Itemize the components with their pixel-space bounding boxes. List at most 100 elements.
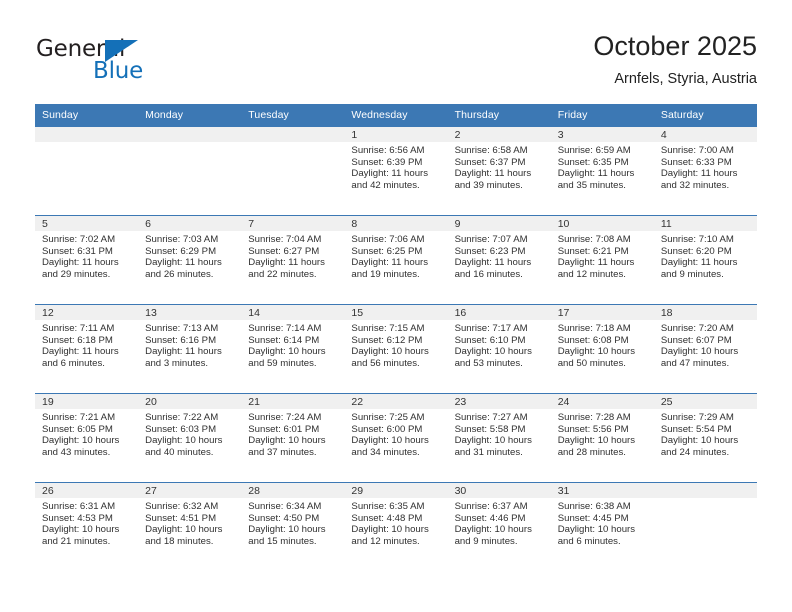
calendar-day-cell-empty bbox=[35, 126, 139, 216]
calendar-day-cell[interactable]: 15 Sunrise: 7:15 AM Sunset: 6:12 PM Dayligh… bbox=[344, 304, 448, 394]
day-details: Sunrise: 7:02 AM Sunset: 6:31 PM Daylight:… bbox=[35, 231, 138, 280]
day-number: 4 bbox=[653, 127, 757, 142]
daylight-text-line2: and 3 minutes. bbox=[145, 357, 209, 369]
calendar-week-row: 19 Sunrise: 7:21 AM Sunset: 6:05 PM Dayligh… bbox=[35, 393, 757, 483]
day-details: Sunrise: 7:13 AM Sunset: 6:16 PM Daylight:… bbox=[138, 320, 241, 369]
calendar-day-cell[interactable]: 12 Sunrise: 7:11 AM Sunset: 6:18 PM Dayligh… bbox=[35, 304, 139, 394]
calendar-day-cell[interactable]: 26 Sunrise: 6:31 AM Sunset: 4:53 PM Dayligh… bbox=[35, 482, 139, 571]
calendar-day-cell[interactable]: 4 Sunrise: 7:00 AM Sunset: 6:33 PM Daylight… bbox=[653, 126, 757, 216]
daylight-text-line1: Daylight: 11 hours bbox=[454, 257, 532, 269]
calendar-day-cell[interactable]: 11 Sunrise: 7:10 AM Sunset: 6:20 PM Dayligh… bbox=[653, 215, 757, 305]
day-details: Sunrise: 6:56 AM Sunset: 6:39 PM Daylight:… bbox=[344, 142, 447, 191]
day-cell-inner: 16 Sunrise: 7:17 AM Sunset: 6:10 PM Dayligh… bbox=[447, 305, 551, 393]
daylight-text-line2: and 6 minutes. bbox=[42, 357, 105, 369]
calendar-day-cell[interactable]: 20 Sunrise: 7:22 AM Sunset: 6:03 PM Dayligh… bbox=[138, 393, 242, 483]
day-cell-inner: 11 Sunrise: 7:10 AM Sunset: 6:20 PM Dayligh… bbox=[653, 216, 757, 304]
day-number: 12 bbox=[35, 305, 139, 320]
day-cell-inner bbox=[653, 483, 757, 571]
daylight-text-line2: and 56 minutes. bbox=[351, 357, 420, 369]
day-details: Sunrise: 7:25 AM Sunset: 6:00 PM Daylight:… bbox=[344, 409, 447, 458]
sunrise-text: Sunrise: 6:58 AM bbox=[454, 145, 528, 156]
calendar-day-cell[interactable]: 18 Sunrise: 7:20 AM Sunset: 6:07 PM Dayligh… bbox=[653, 304, 757, 394]
day-number: 24 bbox=[550, 394, 654, 409]
daylight-text-line1: Daylight: 11 hours bbox=[660, 257, 738, 269]
sunrise-text: Sunrise: 7:20 AM bbox=[660, 323, 734, 334]
general-blue-logo[interactable]: General Blue bbox=[36, 36, 226, 88]
calendar-day-cell[interactable]: 31 Sunrise: 6:38 AM Sunset: 4:45 PM Dayligh… bbox=[550, 482, 654, 571]
daylight-text-line1: Daylight: 10 hours bbox=[557, 435, 636, 447]
day-number: 3 bbox=[550, 127, 654, 142]
daylight-text-line2: and 15 minutes. bbox=[248, 535, 317, 547]
sunset-text: Sunset: 4:50 PM bbox=[248, 512, 320, 524]
daylight-text-line2: and 6 minutes. bbox=[557, 535, 621, 547]
day-cell-inner: 3 Sunrise: 6:59 AM Sunset: 6:35 PM Daylight… bbox=[550, 127, 654, 215]
day-number: 23 bbox=[447, 394, 551, 409]
day-details: Sunrise: 7:17 AM Sunset: 6:10 PM Daylight:… bbox=[448, 320, 551, 369]
calendar-day-cell[interactable]: 2 Sunrise: 6:58 AM Sunset: 6:37 PM Daylight… bbox=[447, 126, 551, 216]
day-details: Sunrise: 6:37 AM Sunset: 4:46 PM Daylight:… bbox=[448, 498, 551, 547]
sunset-text: Sunset: 4:53 PM bbox=[42, 512, 113, 524]
calendar-day-cell[interactable]: 19 Sunrise: 7:21 AM Sunset: 6:05 PM Dayligh… bbox=[35, 393, 139, 483]
daylight-text-line1: Daylight: 11 hours bbox=[145, 257, 222, 269]
day-cell-inner bbox=[138, 127, 242, 215]
calendar-day-cell[interactable]: 9 Sunrise: 7:07 AM Sunset: 6:23 PM Daylight… bbox=[447, 215, 551, 305]
day-number: 20 bbox=[138, 394, 242, 409]
daylight-text-line2: and 18 minutes. bbox=[145, 535, 214, 547]
daylight-text-line2: and 9 minutes. bbox=[454, 535, 518, 547]
calendar-day-cell[interactable]: 25 Sunrise: 7:29 AM Sunset: 5:54 PM Dayligh… bbox=[653, 393, 757, 483]
sunrise-text: Sunrise: 7:15 AM bbox=[351, 323, 425, 334]
daylight-text-line1: Daylight: 10 hours bbox=[351, 524, 429, 536]
calendar-day-cell[interactable]: 8 Sunrise: 7:06 AM Sunset: 6:25 PM Daylight… bbox=[344, 215, 448, 305]
sunset-text: Sunset: 6:27 PM bbox=[248, 245, 320, 257]
calendar-day-cell[interactable]: 21 Sunrise: 7:24 AM Sunset: 6:01 PM Dayligh… bbox=[241, 393, 345, 483]
day-number: 10 bbox=[550, 216, 654, 231]
sunrise-text: Sunrise: 7:22 AM bbox=[145, 412, 219, 423]
calendar-day-cell[interactable]: 7 Sunrise: 7:04 AM Sunset: 6:27 PM Daylight… bbox=[241, 215, 345, 305]
daylight-text-line2: and 42 minutes. bbox=[351, 179, 420, 191]
day-number: 30 bbox=[447, 483, 551, 498]
day-details: Sunrise: 7:15 AM Sunset: 6:12 PM Daylight:… bbox=[344, 320, 447, 369]
day-cell-inner: 30 Sunrise: 6:37 AM Sunset: 4:46 PM Dayligh… bbox=[447, 483, 551, 571]
calendar-day-cell[interactable]: 29 Sunrise: 6:35 AM Sunset: 4:48 PM Dayligh… bbox=[344, 482, 448, 571]
day-details: Sunrise: 7:00 AM Sunset: 6:33 PM Daylight:… bbox=[654, 142, 757, 191]
day-number: 22 bbox=[344, 394, 448, 409]
daylight-text-line1: Daylight: 11 hours bbox=[557, 168, 635, 180]
daylight-text-line1: Daylight: 10 hours bbox=[351, 346, 429, 358]
daylight-text-line2: and 28 minutes. bbox=[557, 446, 626, 458]
calendar-day-cell[interactable]: 28 Sunrise: 6:34 AM Sunset: 4:50 PM Dayligh… bbox=[241, 482, 345, 571]
calendar-day-cell[interactable]: 23 Sunrise: 7:27 AM Sunset: 5:58 PM Dayligh… bbox=[447, 393, 551, 483]
weekday-header-thursday: Thursday bbox=[447, 104, 551, 127]
day-number bbox=[653, 483, 757, 498]
daylight-text-line1: Daylight: 11 hours bbox=[42, 257, 119, 269]
day-details: Sunrise: 7:20 AM Sunset: 6:07 PM Daylight:… bbox=[654, 320, 757, 369]
day-details: Sunrise: 6:58 AM Sunset: 6:37 PM Daylight:… bbox=[448, 142, 551, 191]
sunrise-text: Sunrise: 7:06 AM bbox=[351, 234, 425, 245]
calendar-day-cell[interactable]: 3 Sunrise: 6:59 AM Sunset: 6:35 PM Daylight… bbox=[550, 126, 654, 216]
calendar-day-cell[interactable]: 22 Sunrise: 7:25 AM Sunset: 6:00 PM Dayligh… bbox=[344, 393, 448, 483]
day-cell-inner: 5 Sunrise: 7:02 AM Sunset: 6:31 PM Daylight… bbox=[35, 216, 139, 304]
calendar-day-cell-empty bbox=[653, 482, 757, 571]
daylight-text-line2: and 31 minutes. bbox=[454, 446, 523, 458]
sunset-text: Sunset: 6:31 PM bbox=[42, 245, 113, 257]
calendar-day-cell[interactable]: 14 Sunrise: 7:14 AM Sunset: 6:14 PM Dayligh… bbox=[241, 304, 345, 394]
calendar-day-cell-empty bbox=[138, 126, 242, 216]
calendar-day-cell[interactable]: 5 Sunrise: 7:02 AM Sunset: 6:31 PM Daylight… bbox=[35, 215, 139, 305]
sunset-text: Sunset: 6:03 PM bbox=[145, 423, 217, 435]
sunrise-text: Sunrise: 7:28 AM bbox=[557, 412, 631, 423]
calendar-day-cell[interactable]: 10 Sunrise: 7:08 AM Sunset: 6:21 PM Dayligh… bbox=[550, 215, 654, 305]
calendar-day-cell[interactable]: 16 Sunrise: 7:17 AM Sunset: 6:10 PM Dayligh… bbox=[447, 304, 551, 394]
day-cell-inner bbox=[241, 127, 345, 215]
calendar-week-row: 5 Sunrise: 7:02 AM Sunset: 6:31 PM Daylight… bbox=[35, 215, 757, 305]
calendar-day-cell[interactable]: 1 Sunrise: 6:56 AM Sunset: 6:39 PM Daylight… bbox=[344, 126, 448, 216]
sunset-text: Sunset: 6:05 PM bbox=[42, 423, 113, 435]
calendar-day-cell-empty bbox=[241, 126, 345, 216]
calendar-day-cell[interactable]: 17 Sunrise: 7:18 AM Sunset: 6:08 PM Dayligh… bbox=[550, 304, 654, 394]
calendar-day-cell[interactable]: 30 Sunrise: 6:37 AM Sunset: 4:46 PM Dayligh… bbox=[447, 482, 551, 571]
calendar-day-cell[interactable]: 24 Sunrise: 7:28 AM Sunset: 5:56 PM Dayligh… bbox=[550, 393, 654, 483]
calendar-day-cell[interactable]: 6 Sunrise: 7:03 AM Sunset: 6:29 PM Daylight… bbox=[138, 215, 242, 305]
day-cell-inner: 23 Sunrise: 7:27 AM Sunset: 5:58 PM Dayligh… bbox=[447, 394, 551, 482]
calendar-day-cell[interactable]: 27 Sunrise: 6:32 AM Sunset: 4:51 PM Dayligh… bbox=[138, 482, 242, 571]
sunrise-text: Sunrise: 6:37 AM bbox=[454, 501, 528, 512]
sunset-text: Sunset: 5:58 PM bbox=[454, 423, 526, 435]
calendar-day-cell[interactable]: 13 Sunrise: 7:13 AM Sunset: 6:16 PM Dayligh… bbox=[138, 304, 242, 394]
